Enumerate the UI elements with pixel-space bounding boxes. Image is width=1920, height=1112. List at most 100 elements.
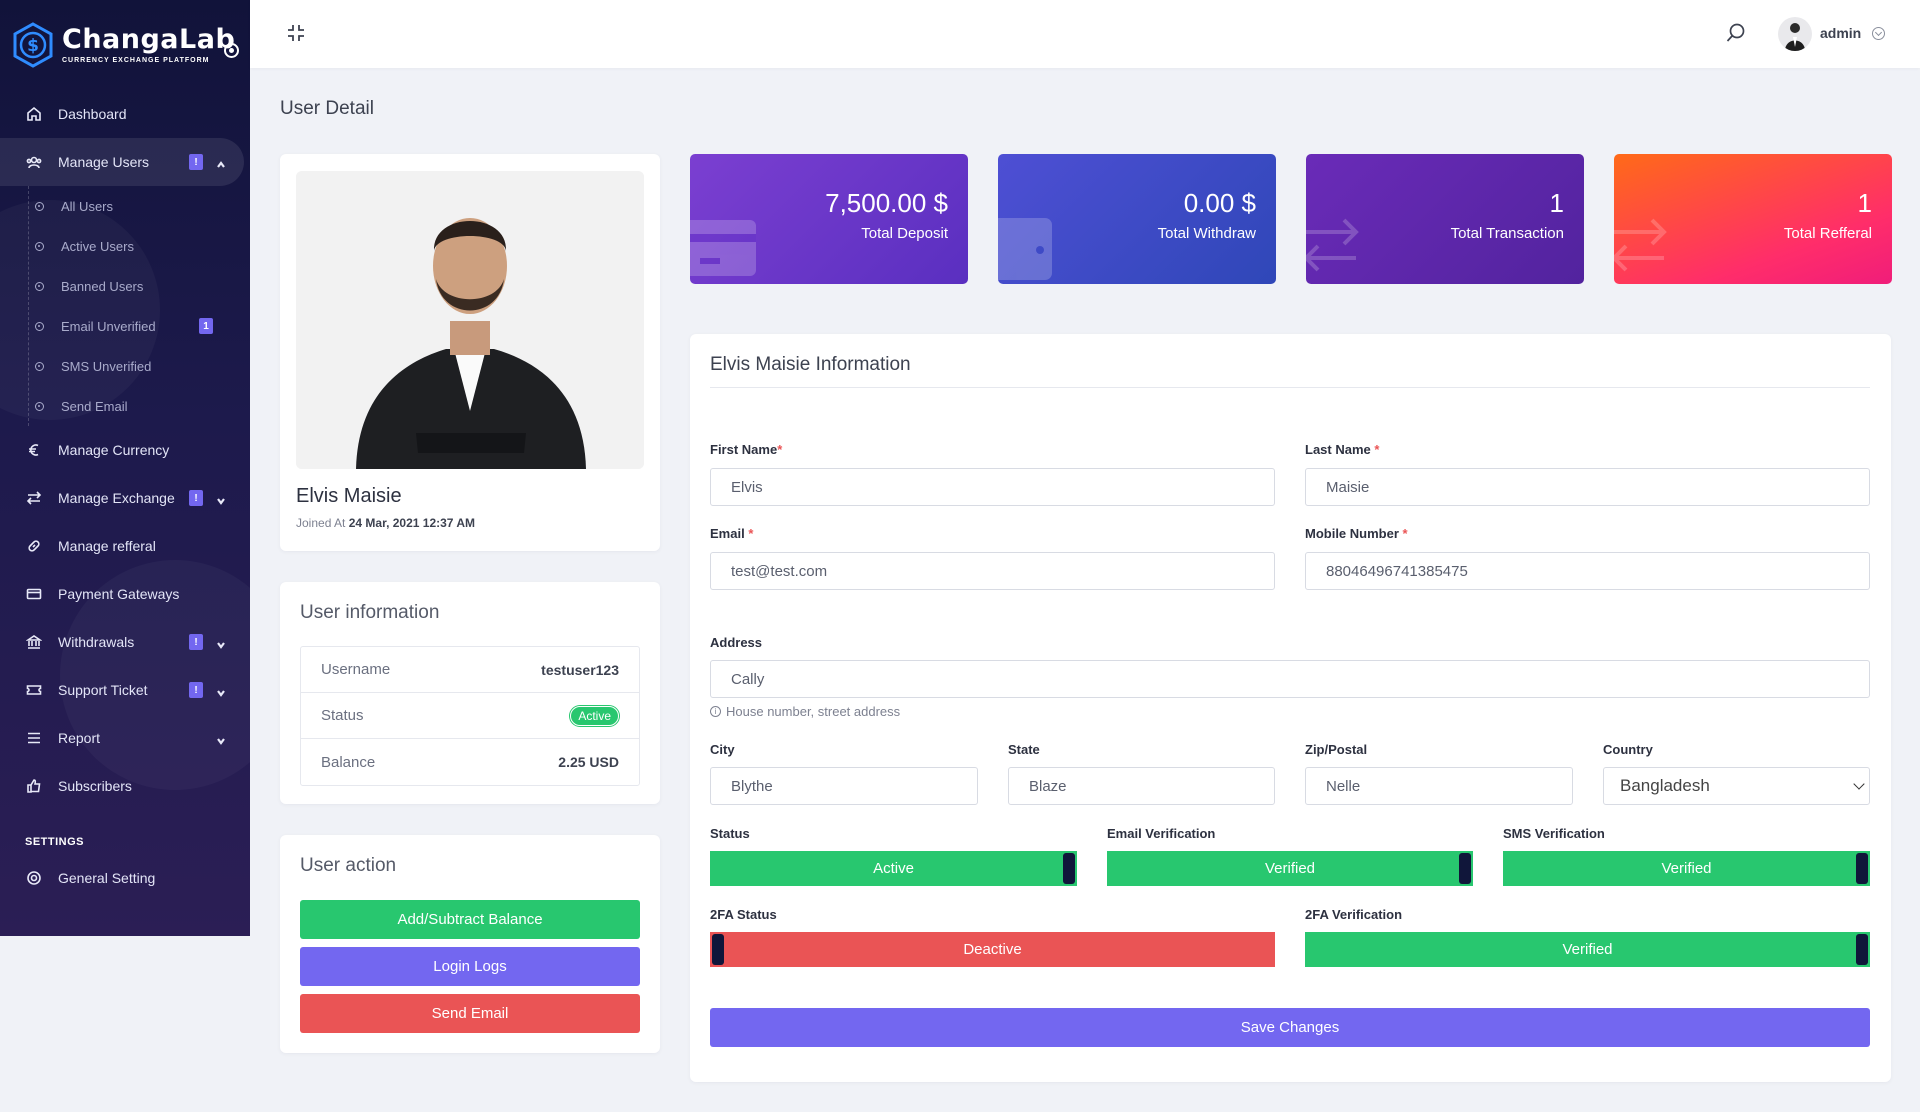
toggle-text: Verified <box>1661 860 1712 877</box>
sidebar-subitem-active-users[interactable]: Active Users <box>0 226 250 266</box>
chevron-down-icon <box>216 685 226 697</box>
info-key: Balance <box>321 753 376 771</box>
city-field[interactable]: Blythe <box>710 767 978 805</box>
sidebar-toggle-icon[interactable] <box>224 43 239 58</box>
sidebar-subitem-email-unverified[interactable]: Email Unverified 1 <box>0 306 250 346</box>
circle-icon <box>35 361 44 371</box>
alert-badge: ! <box>189 154 203 170</box>
stat-label: Total Withdraw <box>1157 225 1256 242</box>
svg-text:$: $ <box>27 36 39 56</box>
sidebar-item-label: Report <box>58 730 101 746</box>
last-name-field[interactable]: Maisie <box>1305 468 1870 506</box>
twofa-verification-label: 2FA Verification <box>1305 907 1403 922</box>
exchange-icon <box>1306 212 1376 282</box>
add-subtract-balance-button[interactable]: Add/Subtract Balance <box>300 900 640 939</box>
info-row-balance: Balance 2.25 USD <box>301 739 639 785</box>
save-changes-button[interactable]: Save Changes <box>710 1008 1870 1047</box>
email-field[interactable]: test@test.com <box>710 552 1275 590</box>
stat-label: Total Refferal <box>1783 225 1872 242</box>
address-field[interactable]: Cally <box>710 660 1870 698</box>
circle-icon <box>35 321 44 331</box>
stat-card-total-withdraw: 0.00 $ Total Withdraw <box>998 154 1276 284</box>
sidebar-subitem-all-users[interactable]: All Users <box>0 186 250 226</box>
status-label: Status <box>710 826 750 841</box>
state-field[interactable]: Blaze <box>1008 767 1275 805</box>
mobile-number-label: Mobile Number * <box>1305 526 1408 541</box>
info-row-status: Status Active <box>301 693 639 739</box>
email-verification-label: Email Verification <box>1107 826 1216 841</box>
sidebar-item-report[interactable]: Report <box>0 714 250 762</box>
info-key: Status <box>321 707 364 724</box>
exchange-icon <box>1614 212 1684 282</box>
send-email-button[interactable]: Send Email <box>300 994 640 1033</box>
sidebar-item-general-setting[interactable]: General Setting <box>0 854 250 902</box>
sidebar-item-label: Dashboard <box>58 106 127 122</box>
zip-field[interactable]: Nelle <box>1305 767 1573 805</box>
sidebar-subitem-label: SMS Unverified <box>61 358 152 374</box>
toggle-knob <box>1856 934 1868 965</box>
country-label: Country <box>1603 742 1653 757</box>
toggle-text: Verified <box>1562 941 1613 958</box>
label-text: Last Name <box>1305 442 1371 457</box>
sidebar-item-payment-gateways[interactable]: Payment Gateways <box>0 570 250 618</box>
first-name-label: First Name* <box>710 442 783 457</box>
info-value: 2.25 USD <box>558 754 619 770</box>
sidebar-item-support-ticket[interactable]: Support Ticket ! <box>0 666 250 714</box>
sidebar-item-withdrawals[interactable]: Withdrawals ! <box>0 618 250 666</box>
circle-icon <box>35 241 44 251</box>
sidebar-item-label: Manage Currency <box>58 442 170 458</box>
stat-value: 1 <box>1857 188 1872 218</box>
status-toggle[interactable]: Active <box>710 851 1077 886</box>
chevron-down-icon <box>1853 778 1865 790</box>
admin-username[interactable]: admin <box>1820 25 1861 41</box>
sidebar-item-subscribers[interactable]: Subscribers <box>0 762 250 810</box>
twofa-status-toggle[interactable]: Deactive <box>710 932 1275 967</box>
twofa-verification-toggle[interactable]: Verified <box>1305 932 1870 967</box>
address-label: Address <box>710 635 763 650</box>
sms-verification-toggle[interactable]: Verified <box>1503 851 1870 886</box>
sidebar-subitem-send-email[interactable]: Send Email <box>0 386 250 426</box>
sidebar-item-manage-refferal[interactable]: Manage refferal <box>0 522 250 570</box>
info-icon: i <box>710 706 721 717</box>
logo-icon: $ <box>13 22 53 68</box>
mobile-number-field[interactable]: 88046496741385475 <box>1305 552 1870 590</box>
sidebar-item-label: Payment Gateways <box>58 586 180 602</box>
manage-users-submenu: All Users Active Users Banned Users Emai… <box>0 186 250 426</box>
email-verification-toggle[interactable]: Verified <box>1107 851 1473 886</box>
first-name-field[interactable]: Elvis <box>710 468 1275 506</box>
sidebar-subitem-label: Send Email <box>61 398 128 414</box>
search-icon[interactable] <box>1725 22 1747 44</box>
toggle-text: Deactive <box>963 941 1022 958</box>
sidebar-item-manage-exchange[interactable]: Manage Exchange ! <box>0 474 250 522</box>
chevron-down-icon[interactable] <box>1872 27 1885 40</box>
login-logs-button[interactable]: Login Logs <box>300 947 640 986</box>
sidebar-item-manage-currency[interactable]: Manage Currency <box>0 426 250 474</box>
sidebar-subitem-label: Active Users <box>61 238 134 254</box>
toggle-knob <box>1063 853 1075 884</box>
chevron-down-icon <box>216 637 226 649</box>
sidebar-subitem-label: Banned Users <box>61 278 144 294</box>
credit-card-icon <box>690 212 760 282</box>
joined-prefix: Joined At <box>296 516 346 530</box>
thumbs-up-icon <box>25 777 43 795</box>
label-text: First Name <box>710 442 778 457</box>
twofa-status-label: 2FA Status <box>710 907 777 922</box>
stat-card-total-transaction: 1 Total Transaction <box>1306 154 1584 284</box>
country-select[interactable]: Bangladesh <box>1603 767 1870 805</box>
avatar[interactable] <box>1778 17 1812 51</box>
sidebar-item-manage-users[interactable]: Manage Users ! <box>0 138 244 186</box>
brand[interactable]: $ ChangaLab CURRENCY EXCHANGE PLATFORM <box>0 0 250 90</box>
sidebar-subitem-banned-users[interactable]: Banned Users <box>0 266 250 306</box>
toggle-knob <box>1459 853 1471 884</box>
home-icon <box>25 105 43 123</box>
collapse-icon[interactable] <box>286 23 306 43</box>
last-name-label: Last Name * <box>1305 442 1380 457</box>
ticket-icon <box>25 681 43 699</box>
circle-icon <box>35 281 44 291</box>
status-badge: Active <box>570 705 619 726</box>
link-icon <box>25 537 43 555</box>
sidebar-subitem-sms-unverified[interactable]: SMS Unverified <box>0 346 250 386</box>
info-row-username: Username testuser123 <box>301 647 639 693</box>
sidebar-item-dashboard[interactable]: Dashboard <box>0 90 250 138</box>
user-action-card: User action Add/Subtract Balance Login L… <box>280 835 660 1053</box>
